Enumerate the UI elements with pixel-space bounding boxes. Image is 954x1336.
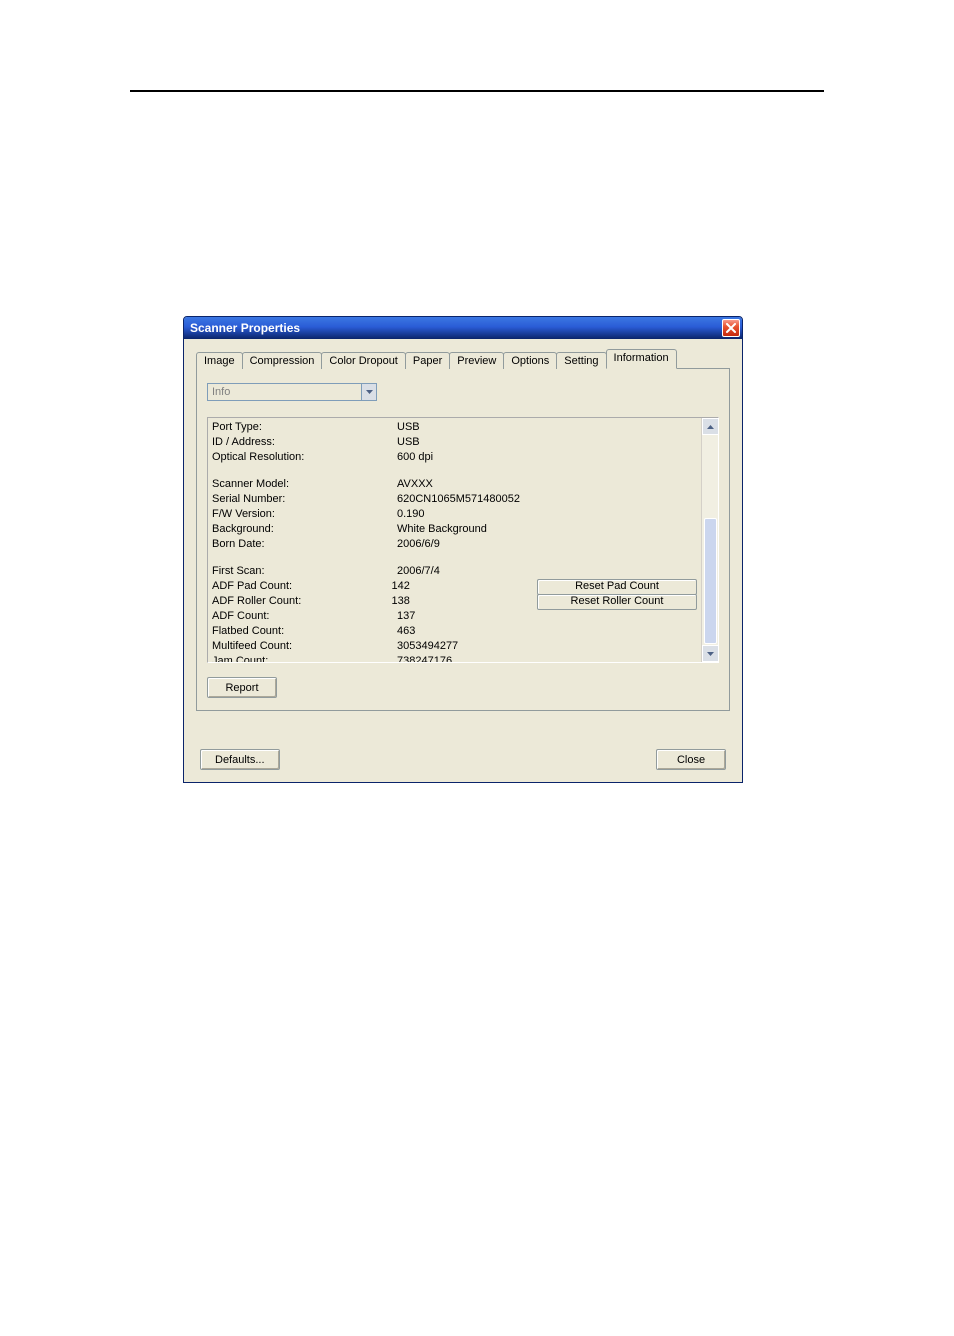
info-label: ADF Count: bbox=[212, 609, 397, 624]
info-row: Scanner Model:AVXXX bbox=[212, 477, 697, 492]
tab-bar: ImageCompressionColor DropoutPaperPrevie… bbox=[196, 349, 730, 369]
tab-setting[interactable]: Setting bbox=[556, 352, 606, 369]
info-label: Serial Number: bbox=[212, 492, 397, 507]
info-value: AVXXX bbox=[397, 477, 547, 492]
tab-color-dropout[interactable]: Color Dropout bbox=[321, 352, 405, 369]
info-label: First Scan: bbox=[212, 564, 397, 579]
info-label: Background: bbox=[212, 522, 397, 537]
tab-paper[interactable]: Paper bbox=[405, 352, 450, 369]
info-value: 600 dpi bbox=[397, 450, 547, 465]
report-button[interactable]: Report bbox=[207, 677, 277, 698]
tab-panel-information: Info Port Type:USBID / Address:USBOptica… bbox=[196, 369, 730, 711]
report-row: Report bbox=[207, 677, 719, 698]
close-icon[interactable] bbox=[722, 319, 740, 337]
scroll-thumb[interactable] bbox=[704, 518, 717, 644]
info-list: Port Type:USBID / Address:USBOptical Res… bbox=[208, 418, 701, 662]
info-label: Port Type: bbox=[212, 420, 397, 435]
info-value: 2006/7/4 bbox=[397, 564, 547, 579]
info-label: Jam Count: bbox=[212, 654, 397, 662]
info-value: 2006/6/9 bbox=[397, 537, 547, 552]
tab-information[interactable]: Information bbox=[606, 349, 677, 369]
info-row: ADF Count:137 bbox=[212, 609, 697, 624]
horizontal-rule bbox=[130, 90, 824, 92]
scroll-down-icon[interactable] bbox=[702, 645, 719, 662]
info-label: Multifeed Count: bbox=[212, 639, 397, 654]
tab-image[interactable]: Image bbox=[196, 352, 243, 369]
reset-roller-count-button[interactable]: Reset Roller Count bbox=[537, 594, 697, 610]
info-value: USB bbox=[397, 435, 547, 450]
defaults-button[interactable]: Defaults... bbox=[200, 749, 280, 770]
window-title: Scanner Properties bbox=[190, 321, 722, 335]
scanner-properties-window: Scanner Properties ImageCompressionColor… bbox=[183, 316, 743, 783]
close-button[interactable]: Close bbox=[656, 749, 726, 770]
info-value: 620CN1065M571480052 bbox=[397, 492, 547, 507]
info-row: Background:White Background bbox=[212, 522, 697, 537]
info-row: Jam Count:738247176 bbox=[212, 654, 697, 662]
info-label: Optical Resolution: bbox=[212, 450, 397, 465]
client-area: ImageCompressionColor DropoutPaperPrevie… bbox=[184, 339, 742, 782]
info-value: 463 bbox=[397, 624, 547, 639]
info-value: 738247176 bbox=[397, 654, 547, 662]
row-gap bbox=[212, 465, 697, 477]
info-value: 142 bbox=[391, 579, 537, 594]
info-label: ADF Pad Count: bbox=[212, 579, 391, 594]
info-category-dropdown[interactable]: Info bbox=[207, 383, 377, 401]
dropdown-value: Info bbox=[208, 384, 361, 400]
info-label: Flatbed Count: bbox=[212, 624, 397, 639]
info-label: ADF Roller Count: bbox=[212, 594, 391, 609]
info-list-container: Port Type:USBID / Address:USBOptical Res… bbox=[207, 417, 719, 663]
tab-preview[interactable]: Preview bbox=[449, 352, 504, 369]
info-row: ADF Pad Count:142Reset Pad Count bbox=[212, 579, 697, 594]
scroll-up-icon[interactable] bbox=[702, 418, 719, 435]
chevron-down-icon[interactable] bbox=[361, 384, 376, 400]
info-action-cell: Reset Pad Count bbox=[537, 579, 697, 594]
info-row: Optical Resolution:600 dpi bbox=[212, 450, 697, 465]
info-action-cell: Reset Roller Count bbox=[537, 594, 697, 609]
info-row: ADF Roller Count:138Reset Roller Count bbox=[212, 594, 697, 609]
info-value: 3053494277 bbox=[397, 639, 547, 654]
reset-pad-count-button[interactable]: Reset Pad Count bbox=[537, 579, 697, 595]
vertical-scrollbar[interactable] bbox=[701, 418, 718, 662]
info-row: Multifeed Count:3053494277 bbox=[212, 639, 697, 654]
info-row: Serial Number:620CN1065M571480052 bbox=[212, 492, 697, 507]
row-gap bbox=[212, 552, 697, 564]
info-label: Scanner Model: bbox=[212, 477, 397, 492]
info-value: USB bbox=[397, 420, 547, 435]
info-row: ID / Address:USB bbox=[212, 435, 697, 450]
info-row: First Scan:2006/7/4 bbox=[212, 564, 697, 579]
info-row: Born Date:2006/6/9 bbox=[212, 537, 697, 552]
info-label: F/W Version: bbox=[212, 507, 397, 522]
info-row: Flatbed Count:463 bbox=[212, 624, 697, 639]
dialog-footer: Defaults... Close bbox=[196, 749, 730, 770]
info-value: White Background bbox=[397, 522, 547, 537]
info-value: 137 bbox=[397, 609, 547, 624]
info-row: F/W Version:0.190 bbox=[212, 507, 697, 522]
tab-compression[interactable]: Compression bbox=[242, 352, 323, 369]
info-value: 138 bbox=[391, 594, 537, 609]
info-value: 0.190 bbox=[397, 507, 547, 522]
info-row: Port Type:USB bbox=[212, 420, 697, 435]
tab-options[interactable]: Options bbox=[503, 352, 557, 369]
titlebar[interactable]: Scanner Properties bbox=[184, 317, 742, 339]
info-label: Born Date: bbox=[212, 537, 397, 552]
info-label: ID / Address: bbox=[212, 435, 397, 450]
